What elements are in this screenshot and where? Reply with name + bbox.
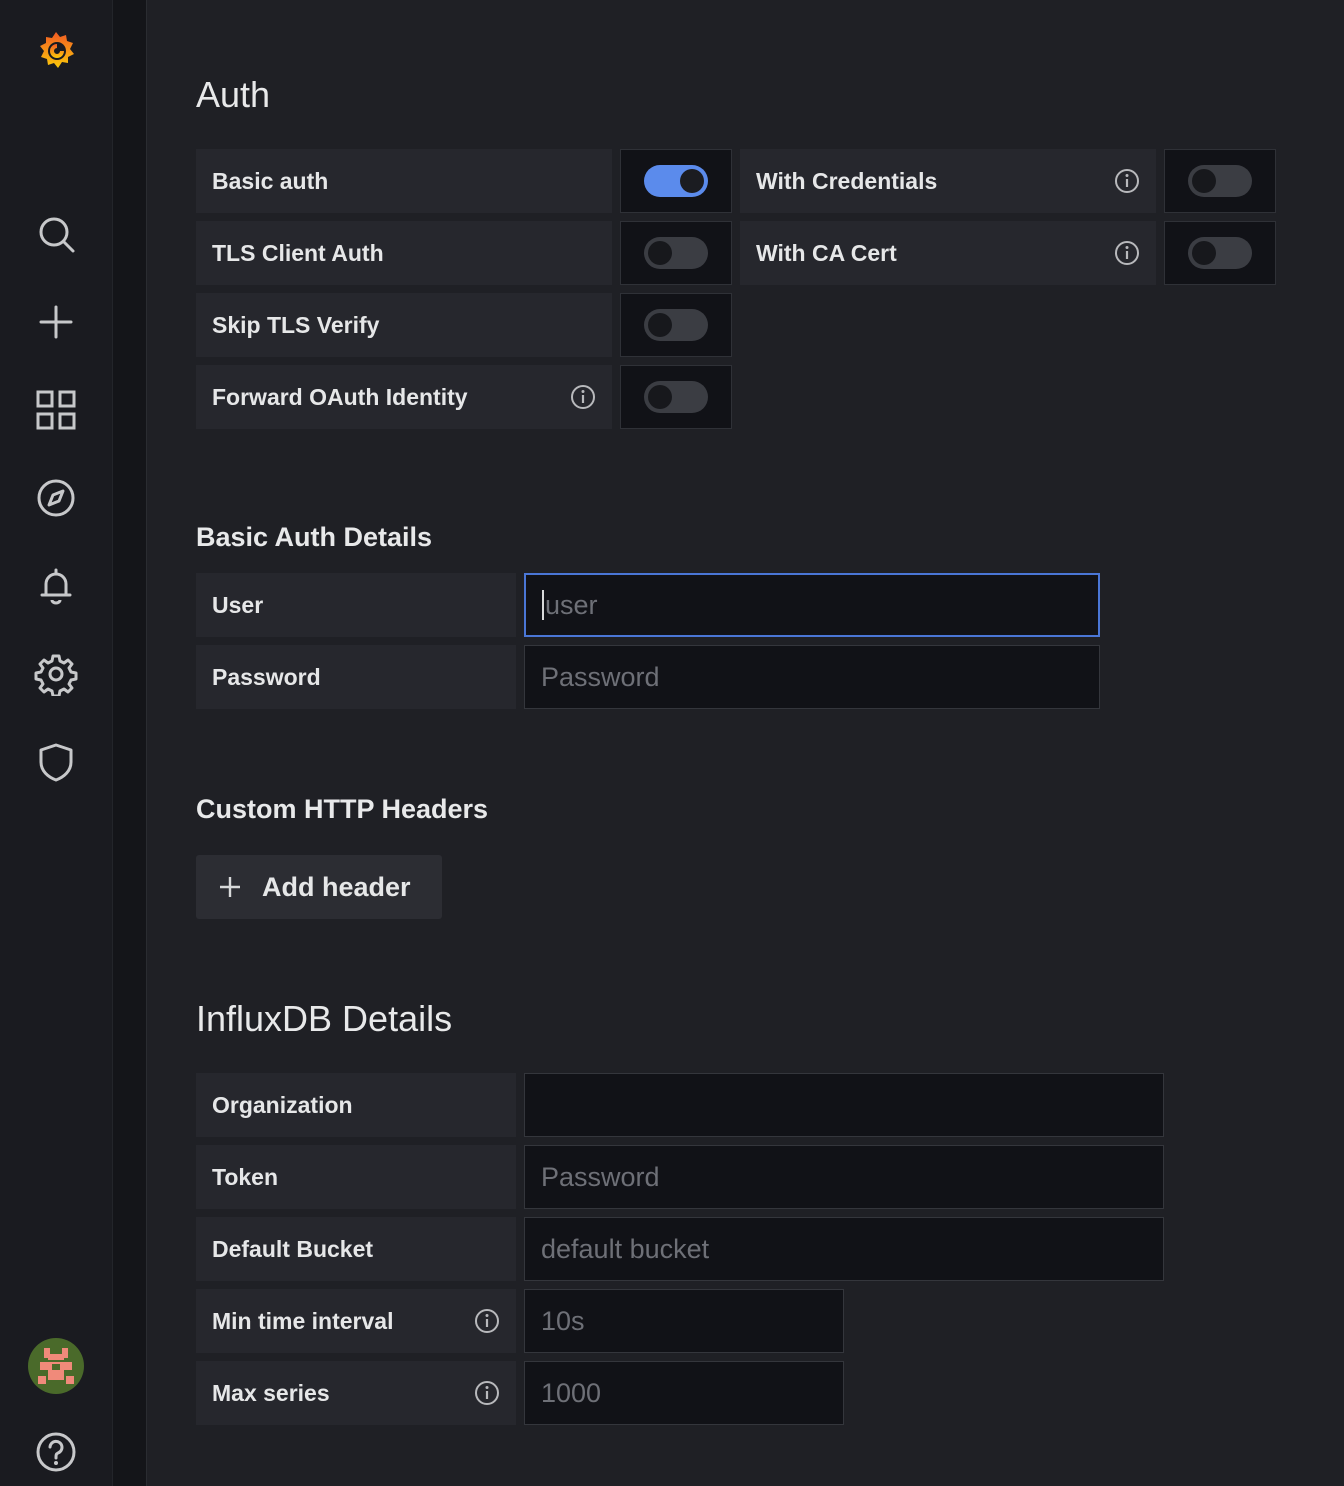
- user-input[interactable]: user: [524, 573, 1100, 637]
- configuration-gear-icon: [34, 654, 78, 696]
- nav-server-admin[interactable]: [28, 734, 84, 790]
- token-input-placeholder: Password: [541, 1161, 660, 1192]
- skip-tls-verify-label: Skip TLS Verify: [196, 293, 612, 357]
- alerting-bell-icon: [40, 568, 72, 605]
- nav-create[interactable]: [28, 294, 84, 350]
- token-label-text: Token: [212, 1163, 279, 1190]
- with-ca-cert-label: With CA Cert: [740, 221, 1156, 285]
- token-input[interactable]: Password: [524, 1145, 1164, 1209]
- basic-auth-toggle[interactable]: [644, 165, 708, 197]
- forward-oauth-label: Forward OAuth Identity: [196, 365, 612, 429]
- default-bucket-label: Default Bucket: [196, 1217, 516, 1281]
- nav-search[interactable]: [28, 206, 84, 262]
- nav-explore[interactable]: [28, 470, 84, 526]
- password-label: Password: [196, 645, 516, 709]
- forward-oauth-switch-box: [620, 365, 732, 429]
- info-icon[interactable]: [1114, 240, 1140, 266]
- server-admin-shield-icon: [39, 743, 73, 782]
- grafana-logo-icon: [40, 32, 74, 68]
- nav-configuration[interactable]: [28, 646, 84, 702]
- min-time-interval-label-text: Min time interval: [212, 1307, 394, 1334]
- text-caret: [542, 590, 544, 620]
- tls-client-auth-switch-box: [620, 221, 732, 285]
- nav-dashboards[interactable]: [28, 382, 84, 438]
- plus-icon: [220, 877, 240, 897]
- add-header-label: Add header: [262, 871, 411, 902]
- organization-input[interactable]: [524, 1073, 1164, 1137]
- tls-client-auth-label-text: TLS Client Auth: [212, 239, 384, 266]
- token-label: Token: [196, 1145, 516, 1209]
- skip-tls-verify-label-text: Skip TLS Verify: [212, 311, 380, 338]
- nav-help[interactable]: [28, 1424, 84, 1480]
- help-icon: [36, 1432, 76, 1472]
- user-avatar: [28, 1338, 84, 1394]
- password-input[interactable]: Password: [524, 645, 1100, 709]
- user-label-text: User: [212, 591, 264, 618]
- password-label-text: Password: [212, 663, 321, 690]
- user-label: User: [196, 573, 516, 637]
- default-bucket-input[interactable]: default bucket: [524, 1217, 1164, 1281]
- organization-label: Organization: [196, 1073, 516, 1137]
- with-credentials-toggle[interactable]: [1188, 165, 1252, 197]
- custom-headers-heading: Custom HTTP Headers: [196, 794, 489, 824]
- grafana-logo[interactable]: [28, 22, 84, 78]
- with-ca-cert-toggle[interactable]: [1188, 237, 1252, 269]
- nav-profile[interactable]: [28, 1338, 84, 1394]
- info-icon[interactable]: [1114, 168, 1140, 194]
- basic-auth-label: Basic auth: [196, 149, 612, 213]
- max-series-placeholder: 1000: [541, 1377, 602, 1408]
- min-time-interval-placeholder: 10s: [541, 1305, 585, 1336]
- tls-client-auth-toggle[interactable]: [644, 237, 708, 269]
- with-credentials-label-text: With Credentials: [756, 167, 938, 194]
- dashboards-icon: [36, 390, 76, 430]
- auth-heading: Auth: [196, 74, 271, 115]
- tls-client-auth-label: TLS Client Auth: [196, 221, 612, 285]
- with-credentials-label: With Credentials: [740, 149, 1156, 213]
- sidebar: [0, 0, 112, 1486]
- skip-tls-verify-toggle[interactable]: [644, 309, 708, 341]
- password-input-placeholder: Password: [541, 661, 660, 692]
- skip-tls-verify-switch-box: [620, 293, 732, 357]
- max-series-label-text: Max series: [212, 1379, 330, 1406]
- forward-oauth-label-text: Forward OAuth Identity: [212, 383, 468, 410]
- forward-oauth-toggle[interactable]: [644, 381, 708, 413]
- with-ca-cert-switch-box: [1164, 221, 1276, 285]
- add-header-button[interactable]: Add header: [196, 855, 442, 919]
- min-time-interval-label: Min time interval: [196, 1289, 516, 1353]
- basic-auth-details-heading: Basic Auth Details: [196, 522, 433, 552]
- max-series-label: Max series: [196, 1361, 516, 1425]
- basic-auth-label-text: Basic auth: [212, 167, 329, 194]
- info-icon[interactable]: [474, 1308, 500, 1334]
- with-ca-cert-label-text: With CA Cert: [756, 239, 897, 266]
- basic-auth-switch-box: [620, 149, 732, 213]
- search-icon: [39, 217, 75, 253]
- influxdb-details-heading: InfluxDB Details: [196, 998, 453, 1039]
- default-bucket-label-text: Default Bucket: [212, 1235, 374, 1262]
- sidebar-rail: [112, 0, 147, 1486]
- default-bucket-input-placeholder: default bucket: [541, 1233, 710, 1264]
- info-icon[interactable]: [570, 384, 596, 410]
- min-time-interval-input[interactable]: 10s: [524, 1289, 844, 1353]
- info-icon[interactable]: [474, 1380, 500, 1406]
- explore-compass-icon: [37, 479, 75, 517]
- with-credentials-switch-box: [1164, 149, 1276, 213]
- max-series-input[interactable]: 1000: [524, 1361, 844, 1425]
- user-input-placeholder: user: [545, 589, 598, 620]
- nav-alerting[interactable]: [28, 558, 84, 614]
- plus-icon: [39, 305, 73, 339]
- organization-label-text: Organization: [212, 1091, 353, 1118]
